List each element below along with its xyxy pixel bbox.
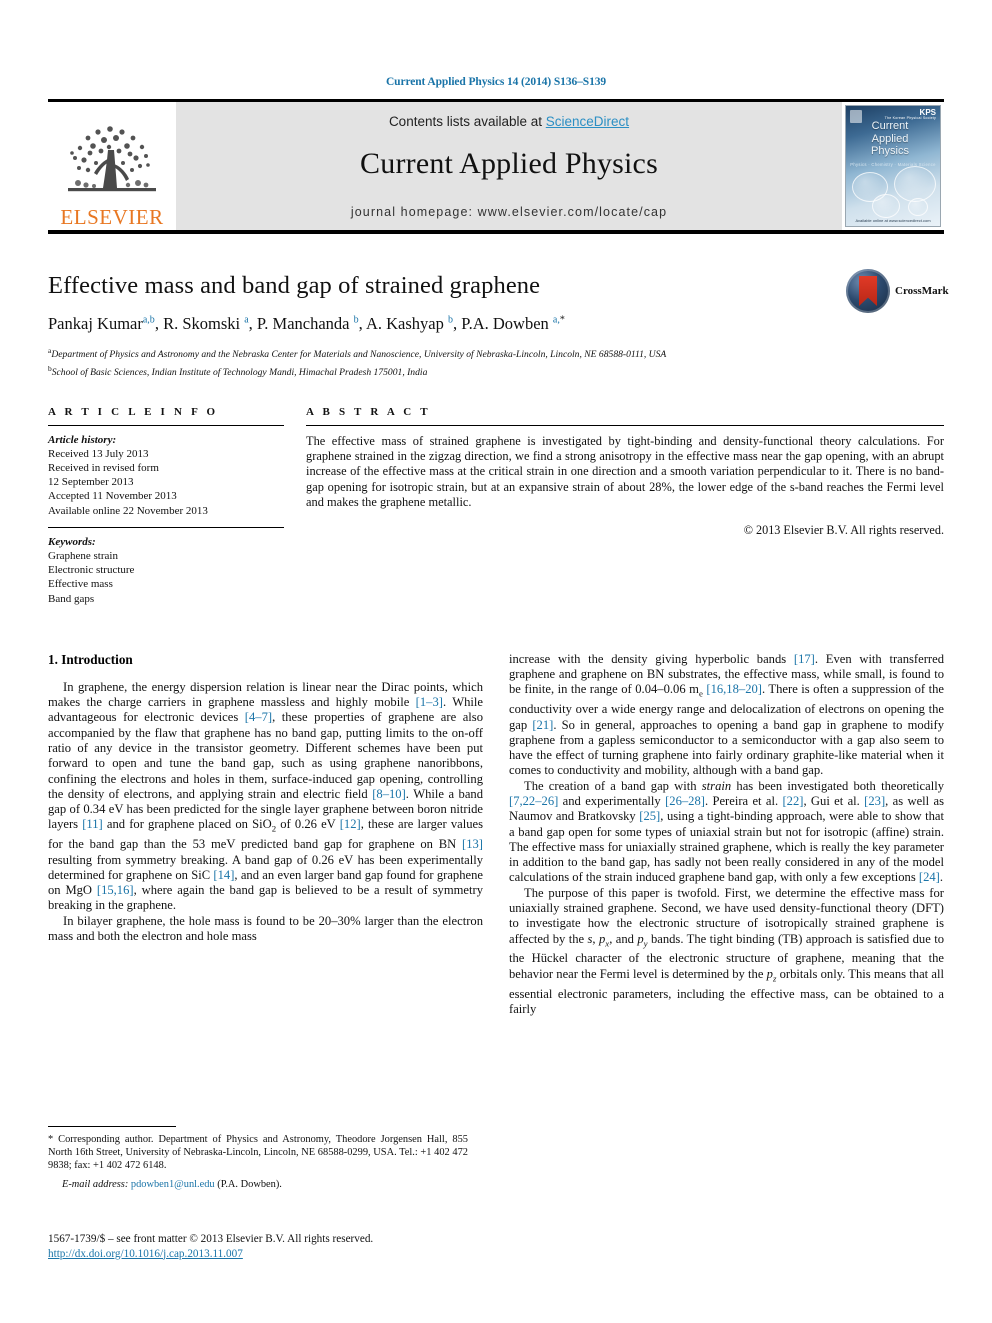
article-history-label: Article history:	[48, 433, 117, 446]
paragraph: In graphene, the energy dispersion relat…	[48, 679, 483, 913]
crossmark-badge[interactable]: CrossMark	[846, 268, 949, 314]
contents-available-line: Contents lists available at ScienceDirec…	[389, 114, 629, 129]
journal-title: Current Applied Physics	[360, 146, 658, 180]
history-item: Available online 22 November 2013	[48, 504, 208, 517]
elsevier-wordmark: ELSEVIER	[60, 205, 164, 229]
email-label: E-mail address:	[62, 1179, 129, 1191]
affiliation-a: aDepartment of Physics and Astronomy and…	[48, 345, 944, 362]
cover-footer: Available online at www.sciencedirect.co…	[855, 218, 931, 223]
corresponding-author-note: * Corresponding author. Department of Ph…	[48, 1134, 468, 1172]
crossmark-label: CrossMark	[895, 285, 949, 297]
doi-link[interactable]: http://dx.doi.org/10.1016/j.cap.2013.11.…	[48, 1248, 243, 1260]
history-item: 12 September 2013	[48, 476, 134, 489]
masthead-center: Contents lists available at ScienceDirec…	[176, 102, 842, 230]
section-title-introduction: 1. Introduction	[48, 651, 133, 667]
footnote-area: * Corresponding author. Department of Ph…	[48, 1126, 468, 1190]
paragraph: The purpose of this paper is twofold. Fi…	[509, 885, 944, 1016]
keyword-item: Electronic structure	[48, 564, 135, 577]
body-columns: 1. Introduction In graphene, the energy …	[48, 652, 944, 1017]
cover-bubble	[908, 198, 928, 216]
article-history-block: Article history: Received 13 July 2013 R…	[48, 433, 284, 518]
issn-copyright-line: 1567-1739/$ – see front matter © 2013 El…	[48, 1233, 374, 1245]
cover-bubble	[872, 194, 900, 218]
affiliation-b: bSchool of Basic Sciences, Indian Instit…	[48, 363, 944, 380]
journal-cover-wrapper: KPS The Korean Physical Society Current …	[842, 102, 944, 230]
divider	[306, 424, 944, 426]
email-note: E-mail address: pdowben1@unl.edu (P.A. D…	[48, 1179, 468, 1190]
cover-kps-logo: KPS The Korean Physical Society	[885, 109, 936, 121]
keyword-item: Graphene strain	[48, 549, 118, 562]
page-title: Effective mass and band gap of strained …	[48, 272, 541, 299]
running-head: Current Applied Physics 14 (2014) S136–S…	[385, 76, 607, 88]
affiliation-b-text: School of Basic Sciences, Indian Institu…	[51, 366, 428, 378]
history-item: Received 13 July 2013	[48, 447, 149, 460]
sciencedirect-link[interactable]: ScienceDirect	[546, 114, 629, 129]
body-column-right: increase with the density giving hyperbo…	[509, 652, 944, 1017]
keyword-item: Effective mass	[48, 578, 113, 591]
contents-prefix: Contents lists available at	[388, 113, 546, 129]
paragraph: The creation of a band gap with strain h…	[509, 778, 945, 885]
cover-subtitle: Physics · Chemistry · Materials Science	[850, 162, 936, 167]
abstract-heading: A B S T R A C T	[306, 405, 431, 418]
journal-cover-image: KPS The Korean Physical Society Current …	[845, 105, 941, 227]
email-link[interactable]: pdowben1@unl.edu	[131, 1179, 215, 1190]
footnote-divider	[48, 1126, 176, 1127]
history-item: Received in revised form	[48, 461, 159, 474]
bottom-matter: 1567-1739/$ – see front matter © 2013 El…	[48, 1232, 508, 1261]
title-area: Effective mass and band gap of strained …	[48, 269, 949, 380]
paragraph: increase with the density giving hyperbo…	[509, 651, 944, 778]
abstract-copyright: © 2013 Elsevier B.V. All rights reserved…	[743, 522, 944, 537]
abstract-text: The effective mass of strained graphene …	[306, 433, 944, 510]
elsevier-logo: ELSEVIER	[48, 102, 176, 230]
paragraph: In bilayer graphene, the hole mass is fo…	[48, 913, 483, 944]
divider	[48, 424, 284, 426]
paper-page: Current Applied Physics 14 (2014) S136–S…	[0, 0, 992, 1323]
history-item: Accepted 11 November 2013	[48, 490, 177, 503]
email-owner: (P.A. Dowben).	[217, 1179, 282, 1191]
crossmark-icon	[846, 269, 890, 313]
journal-homepage[interactable]: journal homepage: www.elsevier.com/locat…	[351, 205, 667, 219]
divider	[48, 526, 284, 528]
keywords-block: Keywords: Graphene strain Electronic str…	[48, 535, 284, 606]
abstract-column: A B S T R A C T The effective mass of st…	[306, 406, 944, 606]
body-column-left: 1. Introduction In graphene, the energy …	[48, 652, 483, 1017]
cover-title-line2: Applied	[871, 132, 909, 145]
article-info-column: A R T I C L E I N F O Article history: R…	[48, 406, 284, 606]
keyword-item: Band gaps	[48, 592, 95, 605]
cover-title: Current Applied Physics	[846, 120, 934, 158]
journal-masthead: ELSEVIER Contents lists available at Sci…	[48, 99, 944, 234]
article-info-heading: A R T I C L E I N F O	[48, 405, 219, 418]
info-abstract-row: A R T I C L E I N F O Article history: R…	[48, 406, 944, 606]
affiliation-a-text: Department of Physics and Astronomy and …	[51, 349, 667, 361]
elsevier-tree-icon	[68, 126, 156, 192]
cover-title-line3: Physics	[871, 145, 909, 157]
cover-bubble	[894, 166, 936, 202]
author-list: Pankaj Kumara,b, R. Skomski a, P. Mancha…	[48, 314, 565, 333]
cover-title-line1: Current	[871, 120, 909, 132]
keywords-label: Keywords:	[48, 535, 96, 548]
